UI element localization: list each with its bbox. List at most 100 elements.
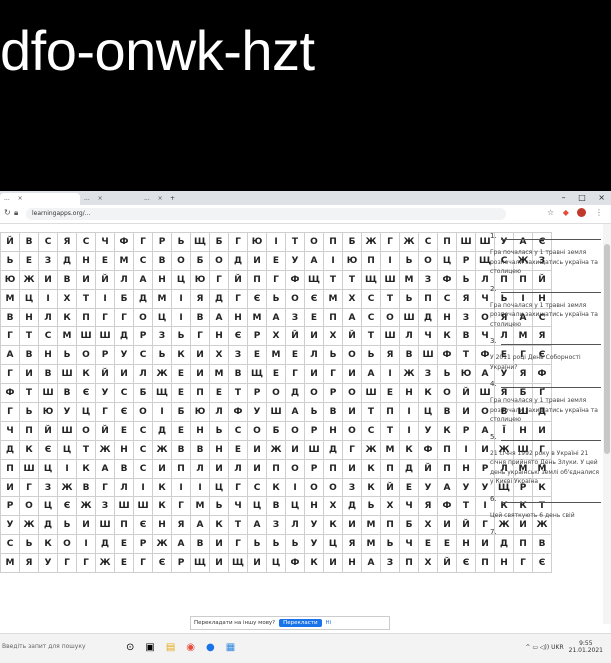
- star-icon[interactable]: ☆: [547, 208, 554, 217]
- grid-cell[interactable]: В: [266, 496, 286, 517]
- grid-cell[interactable]: Ш: [133, 496, 153, 517]
- grid-cell[interactable]: С: [38, 232, 58, 252]
- grid-cell[interactable]: І: [399, 420, 419, 441]
- grid-cell[interactable]: Й: [342, 326, 362, 347]
- grid-cell[interactable]: Ж: [152, 534, 172, 555]
- grid-cell[interactable]: П: [380, 515, 400, 536]
- grid-cell[interactable]: Е: [114, 420, 134, 441]
- grid-cell[interactable]: Ж: [152, 364, 172, 385]
- grid-cell[interactable]: Щ: [247, 364, 267, 385]
- grid-cell[interactable]: І: [38, 288, 58, 309]
- grid-cell[interactable]: П: [437, 232, 457, 252]
- grid-cell[interactable]: Ж: [399, 364, 419, 385]
- taskbar-search[interactable]: Введіть запит для пошуку: [2, 643, 86, 650]
- grid-cell[interactable]: Х: [418, 515, 438, 536]
- grid-cell[interactable]: Е: [114, 553, 134, 574]
- grid-cell[interactable]: К: [266, 477, 286, 498]
- grid-cell[interactable]: Ш: [57, 364, 77, 385]
- grid-cell[interactable]: Ь: [399, 250, 419, 271]
- grid-cell[interactable]: И: [437, 515, 457, 536]
- grid-cell[interactable]: Ь: [399, 288, 419, 309]
- grid-cell[interactable]: Ж: [399, 232, 419, 252]
- grid-cell[interactable]: И: [152, 458, 172, 479]
- grid-cell[interactable]: Є: [152, 553, 172, 574]
- grid-cell[interactable]: Д: [114, 326, 134, 347]
- grid-cell[interactable]: Р: [323, 383, 343, 404]
- grid-cell[interactable]: Н: [399, 383, 419, 404]
- grid-cell[interactable]: П: [114, 515, 134, 536]
- grid-cell[interactable]: Е: [19, 250, 39, 271]
- scrollbar-thumb[interactable]: [604, 244, 610, 454]
- grid-cell[interactable]: О: [437, 383, 457, 404]
- grid-cell[interactable]: Д: [285, 383, 305, 404]
- grid-cell[interactable]: С: [361, 420, 381, 441]
- grid-cell[interactable]: Г: [95, 477, 115, 498]
- tab-active[interactable]: ... ×: [0, 193, 80, 205]
- grid-cell[interactable]: Б: [266, 420, 286, 441]
- grid-cell[interactable]: Ь: [361, 496, 381, 517]
- grid-cell[interactable]: И: [114, 364, 134, 385]
- grid-cell[interactable]: У: [285, 250, 305, 271]
- grid-cell[interactable]: А: [285, 402, 305, 422]
- grid-cell[interactable]: Я: [342, 534, 362, 555]
- grid-cell[interactable]: І: [171, 288, 191, 309]
- grid-cell[interactable]: Є: [57, 496, 77, 517]
- grid-cell[interactable]: Н: [76, 250, 96, 271]
- app-icon[interactable]: ●: [206, 642, 215, 653]
- grid-cell[interactable]: Л: [133, 364, 153, 385]
- grid-cell[interactable]: А: [209, 307, 229, 328]
- grid-cell[interactable]: Я: [418, 496, 438, 517]
- grid-cell[interactable]: Є: [456, 553, 476, 574]
- grid-cell[interactable]: Ц: [209, 477, 229, 498]
- grid-cell[interactable]: Т: [380, 288, 400, 309]
- grid-cell[interactable]: М: [190, 496, 210, 517]
- grid-cell[interactable]: П: [0, 458, 20, 479]
- grid-cell[interactable]: А: [0, 345, 20, 366]
- grid-cell[interactable]: У: [418, 420, 438, 441]
- grid-cell[interactable]: Г: [228, 477, 248, 498]
- grid-cell[interactable]: Х: [57, 288, 77, 309]
- grid-cell[interactable]: О: [285, 420, 305, 441]
- grid-cell[interactable]: Х: [342, 288, 362, 309]
- grid-cell[interactable]: К: [304, 553, 324, 574]
- grid-cell[interactable]: Р: [171, 553, 191, 574]
- app-icon[interactable]: ▣: [145, 642, 154, 653]
- grid-cell[interactable]: Є: [247, 288, 267, 309]
- grid-cell[interactable]: О: [57, 534, 77, 555]
- grid-cell[interactable]: В: [152, 250, 172, 271]
- grid-cell[interactable]: Б: [133, 383, 153, 404]
- translate-dismiss-link[interactable]: Ні: [326, 620, 332, 626]
- grid-cell[interactable]: Й: [95, 269, 115, 290]
- grid-cell[interactable]: Г: [0, 326, 20, 347]
- grid-cell[interactable]: С: [38, 326, 58, 347]
- grid-cell[interactable]: Ю: [342, 250, 362, 271]
- grid-cell[interactable]: Б: [190, 250, 210, 271]
- grid-cell[interactable]: Н: [190, 420, 210, 441]
- grid-cell[interactable]: Ю: [0, 269, 20, 290]
- grid-cell[interactable]: Ю: [190, 269, 210, 290]
- grid-cell[interactable]: Ш: [19, 458, 39, 479]
- grid-cell[interactable]: З: [38, 250, 58, 271]
- grid-cell[interactable]: О: [171, 250, 191, 271]
- grid-cell[interactable]: Л: [228, 458, 248, 479]
- grid-cell[interactable]: Ц: [247, 496, 267, 517]
- grid-cell[interactable]: Я: [19, 553, 39, 574]
- grid-cell[interactable]: Д: [228, 250, 248, 271]
- grid-cell[interactable]: И: [304, 326, 324, 347]
- grid-cell[interactable]: В: [114, 458, 134, 479]
- grid-cell[interactable]: Ж: [57, 477, 77, 498]
- grid-cell[interactable]: Х: [323, 496, 343, 517]
- grid-cell[interactable]: Й: [437, 553, 457, 574]
- grid-cell[interactable]: Й: [456, 515, 476, 536]
- grid-cell[interactable]: Г: [190, 326, 210, 347]
- close-icon[interactable]: ×: [18, 195, 23, 202]
- grid-cell[interactable]: Є: [38, 439, 58, 460]
- grid-cell[interactable]: И: [190, 345, 210, 366]
- grid-cell[interactable]: Г: [209, 269, 229, 290]
- grid-cell[interactable]: Л: [38, 307, 58, 328]
- grid-cell[interactable]: В: [437, 402, 457, 422]
- grid-cell[interactable]: К: [38, 534, 58, 555]
- grid-cell[interactable]: П: [323, 307, 343, 328]
- grid-cell[interactable]: К: [152, 496, 172, 517]
- grid-cell[interactable]: В: [190, 439, 210, 460]
